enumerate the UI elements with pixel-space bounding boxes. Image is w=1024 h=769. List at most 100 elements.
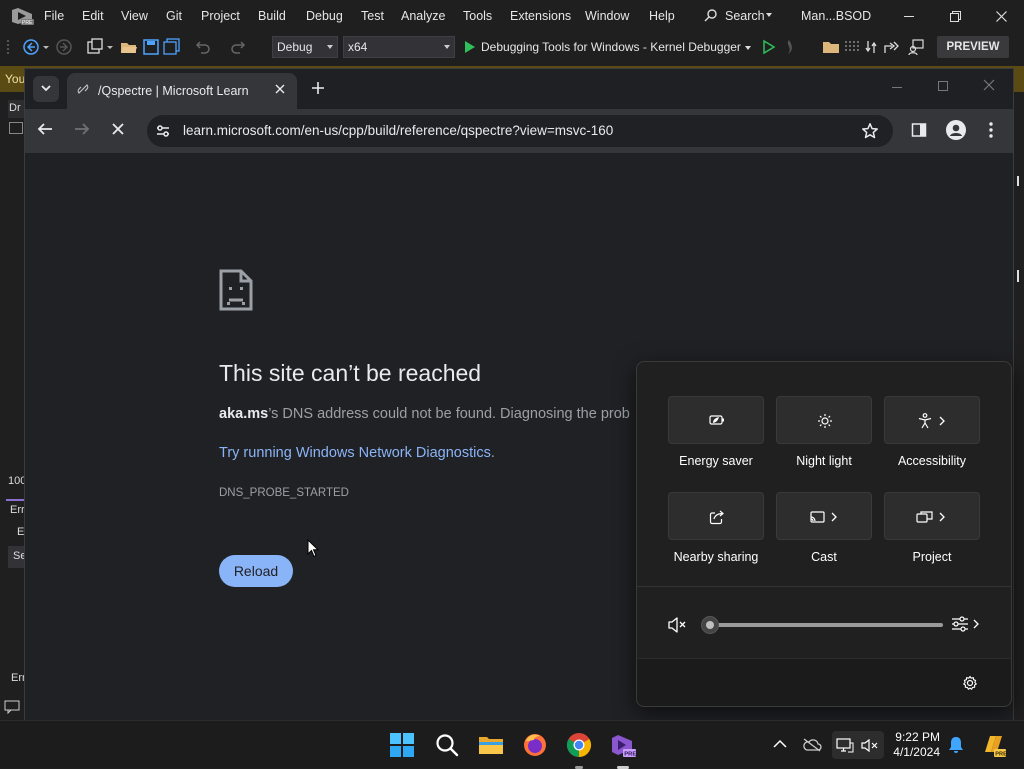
- address-bar[interactable]: learn.microsoft.com/en-us/cpp/build/refe…: [147, 115, 893, 147]
- energy-saver-toggle[interactable]: [668, 396, 764, 444]
- chrome-menu-button[interactable]: [987, 121, 995, 139]
- chrome-minimize-button[interactable]: [887, 81, 907, 97]
- network-diagnostics-link[interactable]: Windows Network Diagnostics: [296, 445, 491, 461]
- feedback-icon[interactable]: [907, 38, 925, 56]
- chevron-right-icon: [973, 619, 979, 629]
- menu-test[interactable]: Test: [361, 9, 384, 23]
- side-panel-icon: [911, 123, 927, 137]
- copilot-button[interactable]: PRE: [980, 732, 1006, 758]
- panel-icon[interactable]: [9, 122, 23, 134]
- svg-text:PRE: PRE: [22, 20, 33, 26]
- chrome-button[interactable]: [566, 732, 592, 769]
- forward-button[interactable]: [74, 121, 90, 137]
- visual-studio-button[interactable]: PRE: [610, 732, 636, 769]
- navigate-back-icon[interactable]: [22, 38, 40, 56]
- browser-tab[interactable]: /Qspectre | Microsoft Learn: [67, 73, 297, 109]
- start-debugging-button[interactable]: Debugging Tools for Windows - Kernel Deb…: [460, 37, 756, 57]
- windows-logo-icon: [390, 733, 414, 757]
- night-light-toggle[interactable]: [776, 396, 872, 444]
- accessibility-toggle[interactable]: [884, 396, 980, 444]
- hot-reload-icon[interactable]: [780, 38, 798, 56]
- visual-studio-icon: PRE: [612, 735, 636, 757]
- chrome-maximize-button[interactable]: [933, 79, 953, 95]
- firefox-button[interactable]: [522, 732, 548, 758]
- close-icon: [996, 11, 1007, 22]
- volume-thumb[interactable]: [701, 616, 719, 634]
- nearby-sharing-toggle[interactable]: [668, 492, 764, 540]
- suggestion-link-prefix[interactable]: Try running: [219, 445, 296, 461]
- url-text: learn.microsoft.com/en-us/cpp/build/refe…: [183, 123, 614, 138]
- suggestion-suffix: .: [490, 445, 495, 461]
- error-code: DNS_PROBE_STARTED: [219, 487, 349, 499]
- close-tab-icon[interactable]: [275, 84, 285, 94]
- notifications-button[interactable]: [948, 736, 964, 754]
- undo-icon[interactable]: [193, 38, 211, 56]
- volume-track: [707, 623, 943, 627]
- menu-edit[interactable]: Edit: [82, 9, 104, 23]
- site-info-icon[interactable]: [155, 123, 171, 139]
- project-button[interactable]: [884, 492, 980, 540]
- new-tab-button[interactable]: [309, 79, 327, 97]
- accessibility-icon: [918, 413, 932, 429]
- start-button[interactable]: [390, 733, 416, 759]
- menu-project[interactable]: Project: [201, 9, 240, 23]
- platform-select[interactable]: x64: [343, 36, 455, 58]
- cast-button[interactable]: [776, 492, 872, 540]
- stop-loading-button[interactable]: [111, 122, 125, 136]
- menu-debug[interactable]: Debug: [306, 9, 343, 23]
- back-button[interactable]: [37, 121, 53, 137]
- profile-button[interactable]: [946, 120, 966, 140]
- restore-button[interactable]: [942, 0, 970, 32]
- bookmark-star-icon[interactable]: [861, 122, 879, 140]
- chevron-right-icon[interactable]: [831, 512, 838, 522]
- toolbox-icon[interactable]: [843, 38, 861, 56]
- chevron-down-icon[interactable]: [106, 38, 114, 56]
- configuration-select[interactable]: Debug: [272, 36, 338, 58]
- save-icon[interactable]: [142, 38, 160, 56]
- menu-extensions[interactable]: Extensions: [510, 9, 571, 23]
- output-tab[interactable]: Err: [6, 670, 24, 690]
- open-folder-icon[interactable]: [120, 38, 138, 56]
- chevron-right-icon[interactable]: [939, 512, 946, 522]
- share-icon[interactable]: [882, 38, 900, 56]
- redo-icon[interactable]: [230, 38, 248, 56]
- side-panel-button[interactable]: [911, 122, 927, 138]
- quick-settings-button[interactable]: [832, 731, 884, 759]
- chrome-close-button[interactable]: [979, 79, 999, 95]
- menu-git[interactable]: Git: [166, 9, 182, 23]
- clock[interactable]: 9:22 PM 4/1/2024: [888, 730, 940, 760]
- minimize-icon: [892, 87, 902, 88]
- menu-window[interactable]: Window: [585, 9, 629, 23]
- volume-slider[interactable]: [701, 616, 945, 634]
- menu-view[interactable]: View: [121, 9, 148, 23]
- preview-badge[interactable]: PREVIEW: [937, 36, 1009, 58]
- menu-analyze[interactable]: Analyze: [401, 9, 445, 23]
- minimize-button[interactable]: [896, 0, 924, 32]
- search-button[interactable]: [435, 733, 461, 759]
- night-light-icon: [818, 414, 832, 428]
- menu-help[interactable]: Help: [649, 9, 675, 23]
- onedrive-button[interactable]: [802, 738, 822, 752]
- reload-button[interactable]: Reload: [219, 555, 293, 587]
- save-all-icon[interactable]: [163, 38, 181, 56]
- file-explorer-button[interactable]: [478, 733, 504, 759]
- error-list-tab[interactable]: Err: [6, 499, 24, 519]
- menu-tools[interactable]: Tools: [463, 9, 492, 23]
- start-without-debugging-icon[interactable]: [760, 38, 778, 56]
- navigate-forward-icon[interactable]: [55, 38, 73, 56]
- mute-button[interactable]: [667, 616, 687, 634]
- menu-file[interactable]: File: [44, 9, 64, 23]
- error-search[interactable]: Se: [8, 546, 24, 568]
- chevron-down-icon[interactable]: [42, 38, 50, 56]
- audio-output-button[interactable]: [951, 615, 981, 635]
- settings-button[interactable]: [962, 675, 978, 691]
- solution-explorer-icon[interactable]: [822, 38, 840, 56]
- chevron-right-icon[interactable]: [939, 416, 946, 426]
- menu-build[interactable]: Build: [258, 9, 286, 23]
- close-button[interactable]: [988, 0, 1016, 32]
- panel-tab[interactable]: Dr: [8, 100, 24, 118]
- tab-search-button[interactable]: [33, 76, 59, 102]
- new-project-icon[interactable]: [86, 38, 104, 56]
- show-hidden-icons-button[interactable]: [773, 739, 787, 749]
- more-options-icon[interactable]: [862, 38, 880, 56]
